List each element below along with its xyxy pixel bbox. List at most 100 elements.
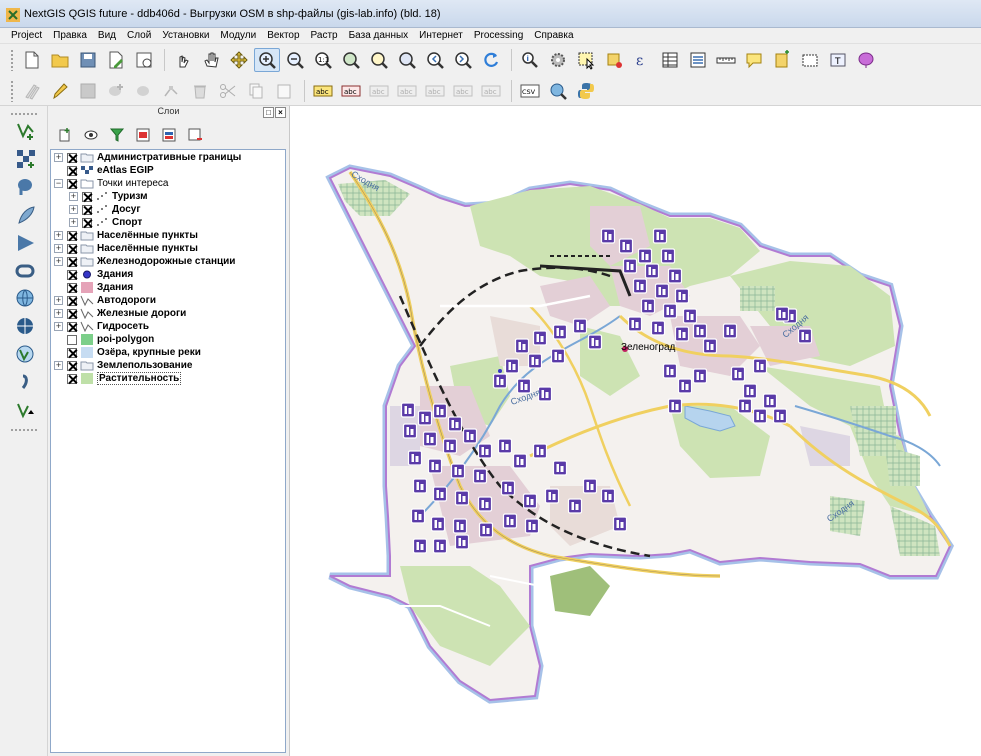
float-panel-button[interactable]: □ — [263, 107, 274, 118]
toggle-editing-button[interactable] — [47, 79, 73, 103]
add-mssql-layer-button[interactable] — [12, 230, 40, 256]
show-bookmarks-button[interactable] — [797, 48, 823, 72]
add-oracle-layer-button[interactable] — [12, 258, 40, 284]
add-wfs-layer-button[interactable] — [12, 342, 40, 368]
layer-item[interactable]: + Досуг — [69, 203, 141, 216]
touch-zoom-button[interactable] — [170, 48, 196, 72]
expand-toggle[interactable]: + — [54, 257, 63, 266]
current-edits-button[interactable] — [19, 79, 45, 103]
pin-labels-button[interactable]: abc — [338, 79, 364, 103]
move-feature-button[interactable] — [131, 79, 157, 103]
map-canvas[interactable]: Зеленоград Сходня Сходня Сходня Сходня — [289, 106, 981, 756]
layer-item[interactable]: + Железнодорожные станции — [54, 255, 235, 268]
layer-item[interactable]: Озёра, крупные реки — [54, 346, 201, 359]
layer-visibility-checkbox[interactable] — [67, 295, 77, 306]
csv-button[interactable]: CSV — [517, 79, 543, 103]
pan-to-selection-button[interactable] — [226, 48, 252, 72]
statistics-button[interactable] — [685, 48, 711, 72]
menu-layer[interactable]: Слой — [127, 30, 151, 41]
copy-features-button[interactable] — [243, 79, 269, 103]
layer-item[interactable]: + Гидросеть — [54, 320, 149, 333]
menu-processing[interactable]: Processing — [474, 30, 523, 41]
close-panel-button[interactable]: × — [275, 107, 286, 118]
layer-visibility-checkbox[interactable] — [67, 308, 77, 319]
layer-item[interactable]: Здания — [54, 268, 133, 281]
layer-visibility-checkbox[interactable] — [67, 256, 77, 267]
menu-view[interactable]: Вид — [98, 30, 116, 41]
layer-visibility-checkbox[interactable] — [67, 230, 77, 241]
style-manager-button[interactable] — [853, 48, 879, 72]
layer-visibility-checkbox[interactable] — [82, 217, 92, 228]
add-postgis-layer-button[interactable] — [12, 174, 40, 200]
layer-item[interactable]: − Точки интереса — [54, 177, 168, 190]
identify-button[interactable]: i — [517, 48, 543, 72]
layer-visibility-checkbox[interactable] — [67, 360, 77, 371]
add-delimited-text-button[interactable] — [12, 370, 40, 396]
manage-visibility-button[interactable] — [80, 124, 102, 146]
layer-visibility-checkbox[interactable] — [67, 347, 77, 358]
zoom-out-button[interactable] — [282, 48, 308, 72]
layer-visibility-checkbox[interactable] — [67, 152, 77, 163]
expand-toggle[interactable]: + — [54, 361, 63, 370]
expand-toggle[interactable]: + — [54, 231, 63, 240]
field-calculator-button[interactable]: ε — [629, 48, 655, 72]
toolbar-grip[interactable] — [10, 49, 14, 71]
menu-plugins[interactable]: Модули — [220, 30, 256, 41]
open-project-button[interactable] — [47, 48, 73, 72]
expand-toggle[interactable]: + — [54, 322, 63, 331]
layer-visibility-checkbox[interactable] — [67, 321, 77, 332]
expand-toggle[interactable]: + — [54, 244, 63, 253]
move-label-button[interactable]: abc — [394, 79, 420, 103]
zoom-last-button[interactable] — [422, 48, 448, 72]
remove-layer-button[interactable] — [184, 124, 206, 146]
node-tool-button[interactable] — [159, 79, 185, 103]
select-features-button[interactable] — [573, 48, 599, 72]
run-action-button[interactable] — [545, 48, 571, 72]
menu-database[interactable]: База данных — [349, 30, 409, 41]
zoom-to-layer-button[interactable] — [394, 48, 420, 72]
layer-visibility-checkbox[interactable] — [67, 269, 77, 280]
layer-item[interactable]: + Населённые пункты — [54, 229, 198, 242]
layer-item[interactable]: + Автодороги — [54, 294, 156, 307]
layer-visibility-checkbox[interactable] — [67, 373, 77, 384]
expand-toggle[interactable]: + — [69, 192, 78, 201]
measure-button[interactable] — [713, 48, 739, 72]
add-vector-layer-button[interactable] — [12, 118, 40, 144]
save-project-button[interactable] — [75, 48, 101, 72]
layer-visibility-checkbox[interactable] — [67, 165, 77, 176]
add-raster-layer-button[interactable] — [12, 146, 40, 172]
menu-help[interactable]: Справка — [534, 30, 573, 41]
rotate-label-button[interactable]: abc — [422, 79, 448, 103]
expand-toggle[interactable]: + — [54, 309, 63, 318]
add-group-button[interactable] — [54, 124, 76, 146]
map-tips-button[interactable] — [741, 48, 767, 72]
expand-toggle[interactable]: + — [69, 205, 78, 214]
save-edits-button[interactable] — [75, 79, 101, 103]
menu-settings[interactable]: Установки — [162, 30, 209, 41]
layer-item[interactable]: Здания — [54, 281, 133, 294]
new-project-button[interactable] — [19, 48, 45, 72]
refresh-button[interactable] — [478, 48, 504, 72]
attribute-table-button[interactable] — [657, 48, 683, 72]
zoom-full-button[interactable] — [338, 48, 364, 72]
expand-all-button[interactable] — [132, 124, 154, 146]
change-label-properties-button[interactable]: abc — [478, 79, 504, 103]
layer-visibility-checkbox[interactable] — [82, 204, 92, 215]
menu-vector[interactable]: Вектор — [267, 30, 299, 41]
layer-item[interactable]: + Спорт — [69, 216, 142, 229]
layer-item[interactable]: + Землепользование — [54, 359, 192, 372]
collapse-toggle[interactable]: − — [54, 179, 63, 188]
georeferencer-button[interactable] — [545, 79, 571, 103]
layer-visibility-checkbox[interactable] — [67, 178, 77, 189]
deselect-button[interactable] — [601, 48, 627, 72]
paste-features-button[interactable] — [271, 79, 297, 103]
print-composer-button[interactable] — [131, 48, 157, 72]
expand-toggle[interactable]: + — [69, 218, 78, 227]
layer-visibility-checkbox[interactable] — [67, 334, 77, 345]
cut-features-button[interactable] — [215, 79, 241, 103]
show-labels-button[interactable]: abc — [366, 79, 392, 103]
layer-visibility-checkbox[interactable] — [82, 191, 92, 202]
collapse-all-button[interactable] — [158, 124, 180, 146]
layer-visibility-checkbox[interactable] — [67, 243, 77, 254]
toolbar-grip[interactable] — [10, 112, 38, 116]
